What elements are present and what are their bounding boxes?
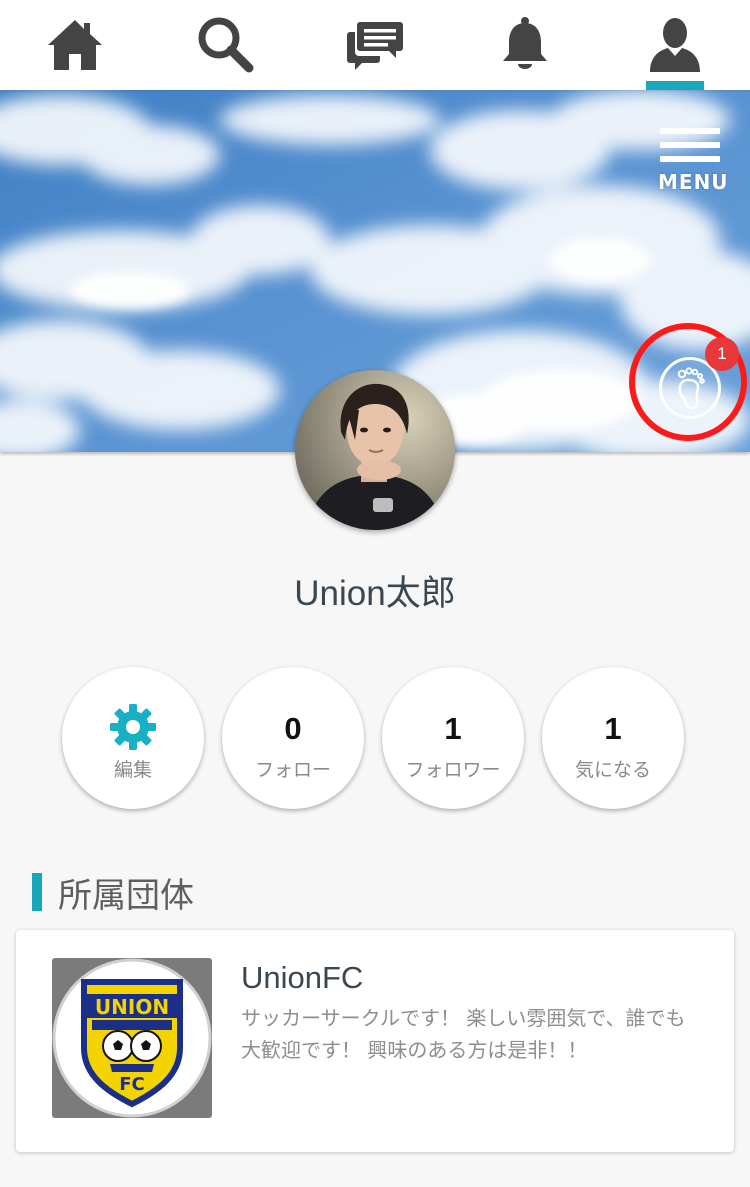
interest-count-button[interactable]: 1 気になる	[542, 667, 684, 809]
nav-messages[interactable]	[300, 0, 450, 90]
menu-bar-icon	[660, 156, 720, 162]
group-name: UnionFC	[241, 960, 364, 995]
logo-text-bottom: FC	[119, 1074, 145, 1095]
bell-icon	[503, 17, 547, 69]
group-logo: UNION FC	[52, 958, 212, 1118]
interest-label: 気になる	[574, 759, 651, 781]
menu-bar-icon	[660, 128, 720, 134]
profile-stats: 編集 0 フォロー 1 フォロワー 1 気になる	[62, 667, 692, 813]
active-tab-indicator	[646, 81, 704, 90]
avatar[interactable]	[295, 370, 455, 530]
search-icon	[198, 17, 254, 73]
menu-bar-icon	[660, 142, 720, 148]
group-description: サッカーサークルです！ 楽しい雰囲気で、誰でも大歓迎です！ 興味のある方は是非！…	[241, 1006, 686, 1062]
follower-label: フォロワー	[405, 759, 501, 781]
section-title-text: 所属団体	[58, 875, 194, 916]
home-icon	[48, 20, 102, 70]
follow-count: 0	[284, 711, 302, 746]
section-title: 所属団体	[32, 872, 194, 916]
interest-count: 1	[604, 711, 622, 746]
menu-button[interactable]: MENU	[658, 128, 729, 198]
footprint-button[interactable]: 1	[629, 323, 747, 441]
person-icon	[650, 18, 700, 72]
nav-notifications[interactable]	[450, 0, 600, 90]
group-card[interactable]: UNION FC UnionFC サッカーサークルです！ 楽しい雰囲気で、誰でも…	[16, 930, 734, 1152]
follower-count-button[interactable]: 1 フォロワー	[382, 667, 524, 809]
logo-text-top: UNION	[95, 995, 169, 1019]
section-accent-bar	[32, 873, 42, 911]
top-navigation	[0, 0, 750, 90]
edit-profile-button[interactable]: 編集	[62, 667, 204, 809]
nav-home[interactable]	[0, 0, 150, 90]
edit-label: 編集	[113, 759, 152, 781]
follow-count-button[interactable]: 0 フォロー	[222, 667, 364, 809]
nav-profile[interactable]	[600, 0, 750, 90]
footprint-icon	[677, 367, 705, 410]
follower-count: 1	[444, 711, 462, 746]
follow-label: フォロー	[254, 759, 331, 781]
nav-search[interactable]	[150, 0, 300, 90]
gear-icon	[110, 704, 156, 750]
chat-icon	[347, 22, 403, 70]
club-emblem: UNION FC	[52, 958, 212, 1118]
footprint-count-badge: 1	[705, 337, 739, 371]
menu-label: MENU	[658, 170, 729, 194]
profile-photo	[295, 370, 455, 530]
username: Union太郎	[294, 574, 456, 613]
